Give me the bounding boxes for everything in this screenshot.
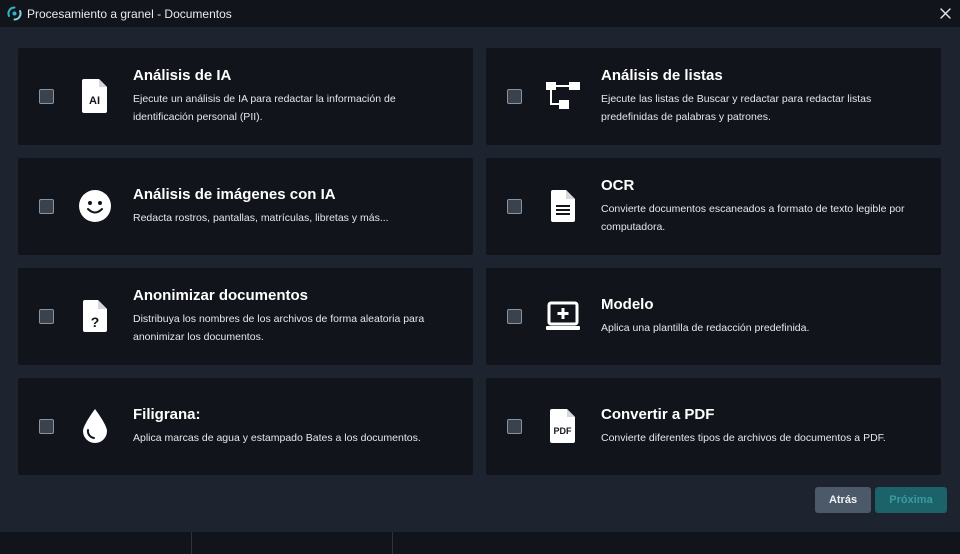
anonymize-title: Anonimizar documentos <box>133 287 309 304</box>
ai-analysis-description: Ejecute un análisis de IA para redactar … <box>133 93 396 123</box>
close-button[interactable] <box>936 4 954 22</box>
option-card-watermark[interactable]: Filigrana: Aplica marcas de agua y estam… <box>18 378 473 475</box>
option-card-template[interactable]: Modelo Aplica una plantilla de redacción… <box>486 268 941 365</box>
ocr-checkbox[interactable] <box>507 199 522 214</box>
template-checkbox[interactable] <box>507 309 522 324</box>
option-card-image-ai-analysis[interactable]: Análisis de imágenes con IA Redacta rost… <box>18 158 473 255</box>
svg-text:PDF: PDF <box>554 426 573 436</box>
water-drop-icon <box>77 408 113 444</box>
status-bar <box>0 532 960 554</box>
text-document-icon <box>545 188 581 224</box>
list-analysis-description: Ejecute las listas de Buscar y redactar … <box>601 93 872 123</box>
list-analysis-title: Análisis de listas <box>601 67 723 84</box>
ai-analysis-title: Análisis de IA <box>133 67 232 84</box>
dialog-body: AI Análisis de IA Ejecute un análisis de… <box>0 27 960 532</box>
convert-pdf-description: Convierte diferentes tipos de archivos d… <box>601 432 886 444</box>
add-template-icon <box>545 298 581 334</box>
convert-pdf-title: Convertir a PDF <box>601 406 715 423</box>
option-card-convert-pdf[interactable]: PDF Convertir a PDF Convierte diferentes… <box>486 378 941 475</box>
image-ai-analysis-title: Análisis de imágenes con IA <box>133 186 336 203</box>
anonymize-description: Distribuya los nombres de los archivos d… <box>133 313 425 343</box>
ai-document-icon: AI <box>77 78 113 114</box>
watermark-description: Aplica marcas de agua y estampado Bates … <box>133 432 421 444</box>
status-bar-divider <box>191 532 192 554</box>
back-button[interactable]: Atrás <box>815 487 871 513</box>
template-description: Aplica una plantilla de redacción predef… <box>601 322 810 334</box>
title-bar: Procesamiento a granel - Documentos <box>0 0 960 27</box>
option-card-ocr[interactable]: OCR Convierte documentos escaneados a fo… <box>486 158 941 255</box>
anonymize-checkbox[interactable] <box>39 309 54 324</box>
window-title: Procesamiento a granel - Documentos <box>27 7 232 21</box>
svg-text:AI: AI <box>89 95 100 107</box>
ocr-description: Convierte documentos escaneados a format… <box>601 203 905 233</box>
convert-pdf-checkbox[interactable] <box>507 419 522 434</box>
close-icon <box>939 7 951 19</box>
option-card-ai-analysis[interactable]: AI Análisis de IA Ejecute un análisis de… <box>18 48 473 145</box>
watermark-title: Filigrana: <box>133 406 201 423</box>
option-card-anonymize[interactable]: ? Anonimizar documentos Distribuya los n… <box>18 268 473 365</box>
app-logo-icon <box>7 6 22 21</box>
option-card-list-analysis[interactable]: Análisis de listas Ejecute las listas de… <box>486 48 941 145</box>
template-title: Modelo <box>601 296 654 313</box>
smiley-face-icon <box>77 188 113 224</box>
question-document-icon: ? <box>77 298 113 334</box>
ai-analysis-checkbox[interactable] <box>39 89 54 104</box>
watermark-checkbox[interactable] <box>39 419 54 434</box>
next-button[interactable]: Próxima <box>875 487 947 513</box>
list-analysis-checkbox[interactable] <box>507 89 522 104</box>
status-bar-divider <box>392 532 393 554</box>
svg-text:?: ? <box>91 314 100 330</box>
ocr-title: OCR <box>601 177 635 194</box>
image-ai-analysis-description: Redacta rostros, pantallas, matrículas, … <box>133 212 389 224</box>
image-ai-analysis-checkbox[interactable] <box>39 199 54 214</box>
workflow-icon <box>545 78 581 114</box>
pdf-document-icon: PDF <box>545 408 581 444</box>
